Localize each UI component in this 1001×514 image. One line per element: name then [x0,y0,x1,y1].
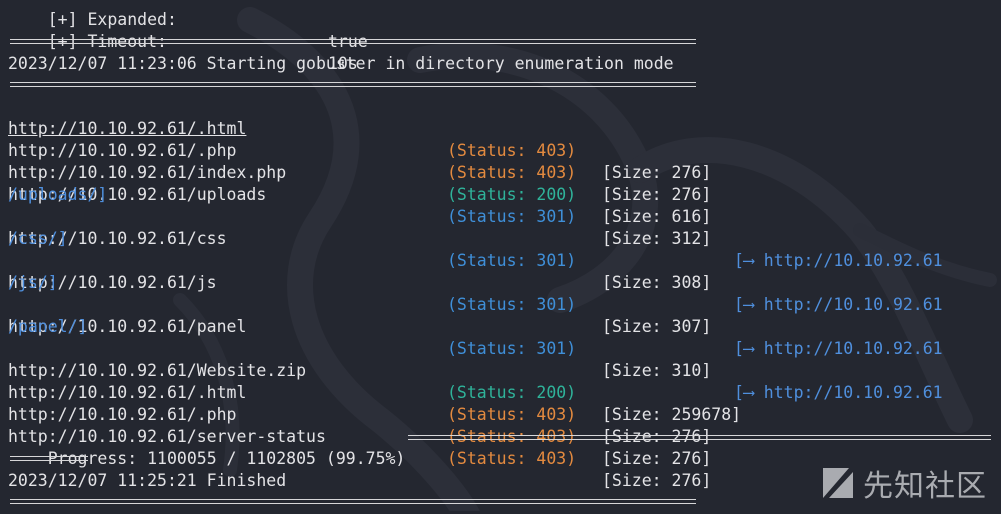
status-code: (Status: 301) [447,251,577,270]
redirect-target: [⟶ http://10.10.92.61 [734,251,943,270]
timeout-line: [+] Timeout: 10s [8,9,358,73]
response-size: [Size: 310] [602,361,712,380]
progress-text: Progress: 1100055 / 1102805 (99.75%) [47,449,406,468]
result-row: http://10.10.92.61/uploads (Status: 301)… [8,162,943,270]
finish-message: 2023/12/07 11:25:21 Finished [8,471,287,490]
terminal: [+] Expanded: true [+] Timeout: 10s 2023… [8,0,1001,511]
result-row: http://10.10.92.61/.html (Status: 403) [… [8,96,711,182]
redirect-target: [⟶ http://10.10.92.61 [734,339,943,358]
result-row: http://10.10.92.61/Website.zip (Status: … [8,338,741,424]
status-code: (Status: 200) [447,383,577,402]
progress-line: Progress: 1100055 / 1102805 (99.75%) [8,426,406,468]
response-size: [Size: 276] [602,163,712,182]
result-row: http://10.10.92.61/.php (Status: 403) [S… [8,118,711,204]
result-row: http://10.10.92.61/.php (Status: 403) [S… [8,382,711,468]
response-size: [Size: 308] [602,273,712,292]
status-code: (Status: 403) [447,405,577,424]
response-size: [Size: 276] [602,449,712,468]
status-code: (Status: 403) [447,449,577,468]
status-code: (Status: 403) [447,163,577,182]
response-size: [Size: 312] [602,229,712,248]
separator-line [10,39,696,44]
separator-line [10,456,88,461]
redirect-target: [⟶ http://10.10.92.61 [734,383,943,402]
redirect-continuation: /panel/] [8,317,88,336]
response-size: [Size: 276] [602,471,712,490]
result-url: http://10.10.92.61/index.php [8,163,287,182]
status-code: (Status: 301) [447,339,577,358]
result-url: http://10.10.92.61/Website.zip [8,361,307,380]
status-code: (Status: 200) [447,185,577,204]
response-size: [Size: 259678] [602,405,742,424]
result-row: http://10.10.92.61/js (Status: 301) [Siz… [8,250,943,358]
redirect-continuation: /css/] [8,229,68,248]
status-code: (Status: 301) [447,295,577,314]
status-code: (Status: 403) [447,141,577,160]
status-code: (Status: 301) [447,207,577,226]
result-row: http://10.10.92.61/index.php (Status: 20… [8,140,711,226]
watermark-text: 先知社区 [863,469,987,504]
redirect-continuation: /uploads/] [8,185,108,204]
watermark: 先知社区 [819,461,987,505]
result-row: http://10.10.92.61/.html (Status: 403) [… [8,360,711,446]
start-message: 2023/12/07 11:23:06 Starting gobuster in… [8,54,674,73]
response-size: [Size: 307] [602,317,712,336]
response-size: [Size: 276] [602,185,712,204]
response-size: [Size: 616] [602,207,712,226]
redirect-continuation: /js/] [8,273,58,292]
result-row: http://10.10.92.61/server-status (Status… [8,404,711,490]
expanded-line: [+] Expanded: true [8,0,368,51]
xianzhi-logo-icon [823,468,853,498]
redirect-target: [⟶ http://10.10.92.61 [734,295,943,314]
progress-bar [408,435,991,440]
separator-line [10,82,696,87]
result-row: http://10.10.92.61/css (Status: 301) [Si… [8,206,943,314]
result-row: http://10.10.92.61/panel (Status: 301) [… [8,294,943,402]
separator-line [10,499,696,504]
